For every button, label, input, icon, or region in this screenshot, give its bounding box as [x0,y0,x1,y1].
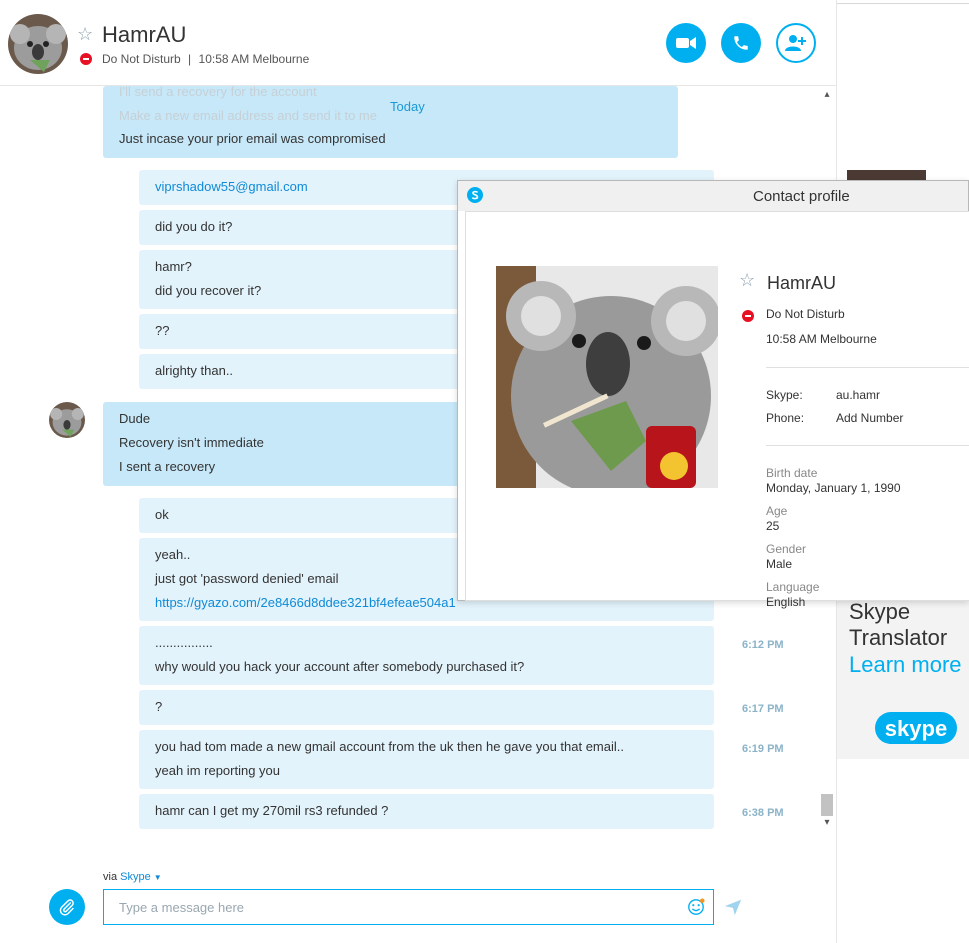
learn-more-link[interactable]: Learn more [849,652,962,678]
message-timestamp: 6:38 PM [742,807,784,819]
profile-photo [496,266,718,488]
message-text: ? [155,699,163,714]
skype-window: ☆ HamrAU Do Not Disturb | 10:58 AM Melbo… [0,0,969,943]
message-timestamp: 6:17 PM [742,703,784,715]
ad-line: Skype [849,599,911,624]
send-icon[interactable] [724,898,742,916]
message-text: hamr can I get my 270mil rs3 refunded ? [155,803,389,818]
message-timestamp: 6:12 PM [742,639,784,651]
contact-name: HamrAU [102,22,187,47]
profile-name: HamrAU [767,273,837,293]
language-label: Language [766,580,820,594]
contact-status: Do Not Disturb [102,52,181,66]
via-service[interactable]: Skype [120,871,151,883]
message-text: yeah im reporting you [155,763,281,778]
emoji-icon[interactable] [687,898,705,916]
skype-label: Skype: [766,388,803,402]
scroll-up-arrow[interactable]: ▴ [820,88,834,102]
message-timestamp: 6:19 PM [742,743,784,755]
skype-logo-icon [467,187,483,203]
faded-message-line: Make a new email address and send it to … [119,108,377,123]
day-separator: Today [390,99,425,114]
language-value: English [766,595,806,609]
via-service-selector[interactable]: via Skype ▼ [103,871,162,883]
status-separator: | [188,52,192,66]
attach-button[interactable] [49,889,85,925]
gender-value: Male [766,557,793,571]
message-text: Just incase your prior email was comprom… [119,131,386,146]
skype-logo-text: skype [885,716,947,741]
add-contact-icon [785,35,806,51]
skype-translator-ad[interactable]: Skype Translator Learn more skype [837,596,969,759]
message-bubble: I'll send a recovery for the account Mak… [103,86,678,158]
age-value: 25 [766,519,780,533]
phone-icon [734,36,748,50]
conversation-header: ☆ HamrAU Do Not Disturb | 10:58 AM Melbo… [0,0,836,86]
popup-title: Contact profile [753,188,850,205]
scroll-thumb[interactable] [821,794,833,816]
profile-body: ☆ HamrAU Do Not Disturb 10:58 AM Melbour… [465,211,969,609]
paperclip-icon [59,899,74,916]
favorite-star-icon[interactable]: ☆ [739,270,755,291]
faded-message-line: I'll send a recovery for the account [119,86,317,99]
divider [766,445,969,446]
message-text: why would you hack your account after so… [155,659,525,674]
scroll-down-arrow[interactable]: ▾ [820,816,834,830]
message-input[interactable] [104,890,664,924]
gender-label: Gender [766,542,807,556]
message-text: ................ [155,635,213,650]
via-label: via [103,871,118,883]
skype-id-link[interactable]: au.hamr [836,388,880,402]
contact-small-avatar[interactable] [49,402,85,438]
message-bubble: hamr can I get my 270mil rs3 refunded ? [139,794,714,829]
add-contact-button[interactable] [776,23,816,63]
video-call-icon [676,37,696,49]
skype-logo-icon: skype [875,712,957,744]
profile-local-time: 10:58 AM Melbourne [766,332,877,346]
video-call-button[interactable] [666,23,706,63]
contact-local-time: 10:58 AM Melbourne [198,52,310,66]
dnd-status-icon [742,310,754,322]
voice-call-button[interactable] [721,23,761,63]
ad-line: Translator [849,625,948,650]
add-number-link[interactable]: Add Number [836,411,903,425]
message-bubble: you had tom made a new gmail account fro… [139,730,714,789]
profile-status: Do Not Disturb [766,307,845,321]
message-text: you had tom made a new gmail account fro… [155,739,624,754]
divider [766,367,969,368]
message-bubble: ................ why would you hack your… [139,626,714,685]
contact-status-line: Do Not Disturb | 10:58 AM Melbourne [102,52,309,66]
contact-profile-window: Contact profile ☆ HamrAU Do Not Disturb … [457,180,969,609]
message-input-box [103,889,714,925]
contact-avatar[interactable] [8,14,68,74]
favorite-star-icon[interactable]: ☆ [77,24,93,45]
popup-title-bar[interactable]: Contact profile [458,181,968,211]
chevron-down-icon[interactable]: ▼ [154,873,162,882]
message-bubble: ? [139,690,714,725]
dnd-status-icon [80,53,92,65]
phone-label: Phone: [766,411,805,425]
birth-date-label: Birth date [766,466,818,480]
age-label: Age [766,504,788,518]
birth-date-value: Monday, January 1, 1990 [766,481,901,495]
